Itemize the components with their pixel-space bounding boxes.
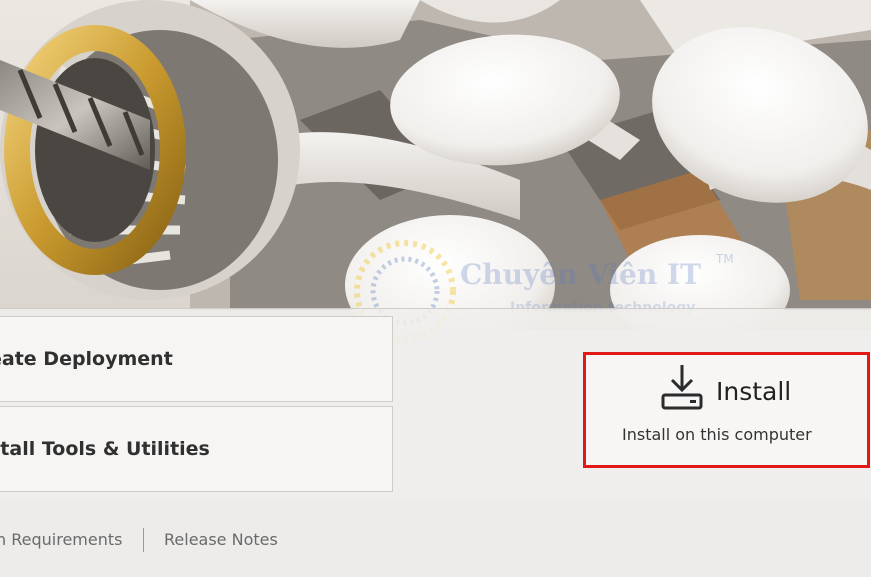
- install-button[interactable]: Install Install on this computer: [583, 352, 870, 468]
- watermark-brand: Chuyên Viên IT: [460, 258, 701, 291]
- create-deployment-button[interactable]: eate Deployment: [0, 316, 393, 402]
- install-tools-utilities-button[interactable]: stall Tools & Utilities: [0, 406, 393, 492]
- system-requirements-link[interactable]: n Requirements: [0, 530, 122, 549]
- install-subtitle: Install on this computer: [622, 425, 812, 444]
- footer-bar: [0, 498, 871, 577]
- footer-divider: [143, 528, 144, 552]
- install-tools-utilities-label: stall Tools & Utilities: [0, 438, 210, 460]
- install-title: Install: [716, 377, 792, 406]
- create-deployment-label: eate Deployment: [0, 348, 173, 370]
- watermark-tm: TM: [716, 252, 734, 266]
- download-tray-icon: [659, 363, 705, 415]
- release-notes-link[interactable]: Release Notes: [164, 530, 278, 549]
